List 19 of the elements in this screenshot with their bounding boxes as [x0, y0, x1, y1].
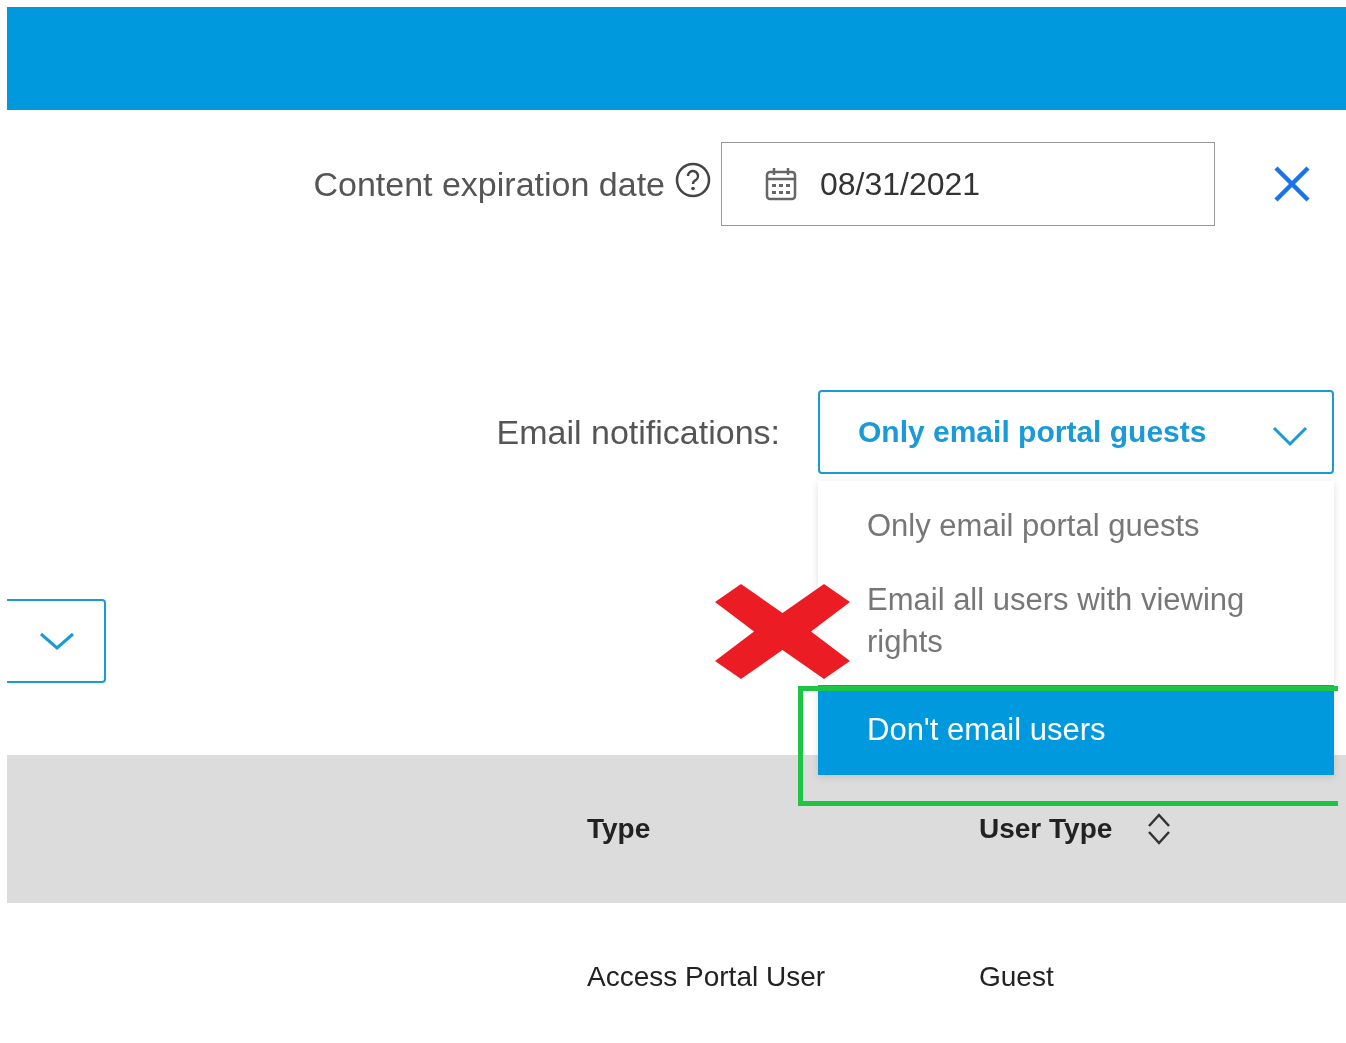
- date-value: 08/31/2021: [820, 165, 981, 203]
- field-label: Email notifications:: [496, 412, 780, 452]
- field-label: Content expiration date: [313, 164, 665, 204]
- notification-dropdown[interactable]: Only email portal guests: [818, 390, 1334, 474]
- dropdown-option[interactable]: Don't email users: [818, 685, 1334, 775]
- filter-dropdown[interactable]: [7, 599, 106, 683]
- chevron-icon: [1272, 425, 1308, 447]
- table-cell-text: Access Portal User: [587, 961, 827, 993]
- sort-icon[interactable]: [1146, 812, 1173, 846]
- column-header: Type: [587, 813, 651, 845]
- date-field[interactable]: 08/31/2021: [721, 142, 1215, 226]
- help-icon[interactable]: [675, 162, 711, 198]
- dropdown-option[interactable]: Email all users with viewing rights: [852, 571, 1334, 685]
- dropdown-option[interactable]: Only email portal guests: [852, 481, 1334, 571]
- table-cell-text: Guest: [979, 961, 1055, 993]
- column-header[interactable]: User Type: [979, 812, 1173, 846]
- close-icon[interactable]: [1273, 165, 1311, 203]
- chevron-icon: [38, 631, 75, 651]
- calendar-icon: [764, 166, 798, 202]
